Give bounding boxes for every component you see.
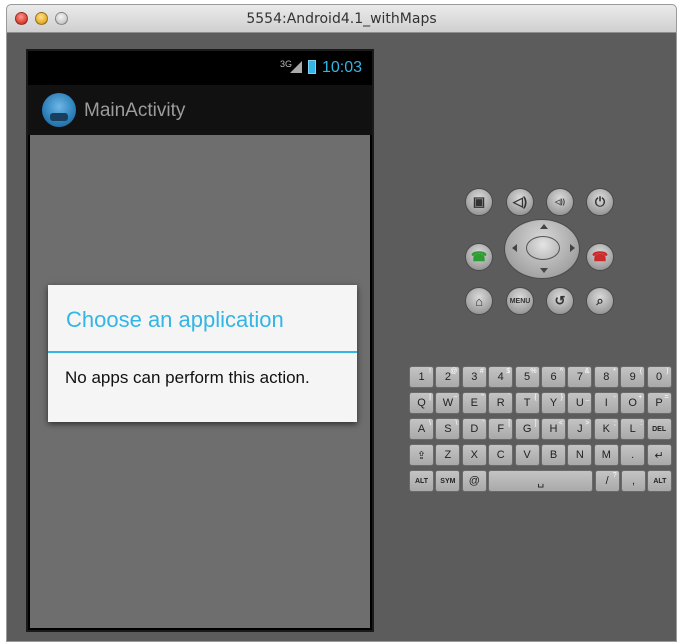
key-,[interactable]: , (621, 470, 646, 492)
home-icon[interactable]: ⌂ (465, 287, 493, 315)
volume-up-icon[interactable]: ◁)) (546, 188, 574, 216)
key-l[interactable]: L: (620, 418, 646, 440)
dialog-divider (48, 351, 357, 353)
key-.[interactable]: . (620, 444, 646, 466)
action-bar: MainActivity (28, 85, 372, 135)
dpad-down-icon[interactable] (540, 268, 548, 273)
key-alt[interactable]: ALT (409, 470, 434, 492)
key-6[interactable]: 6 ^ (541, 366, 566, 388)
window-titlebar: 5554:Android4.1_withMaps (7, 5, 676, 33)
key-8[interactable]: 8 * (593, 366, 619, 388)
activity-content[interactable]: Choose an application No apps can perfor… (28, 135, 372, 630)
dialog-message: No apps can perform this action. (65, 368, 310, 387)
hardware-keyboard: 1! 2 @3 #4 $5% 6 ^ 7 & 8 * 9(0) Q | W ~ E " R ` T{Y} U _ I - O + P =… (409, 366, 673, 496)
key-p[interactable]: P = (646, 392, 672, 414)
key-d[interactable]: D ' (461, 418, 487, 440)
key-del[interactable]: DEL (646, 418, 672, 440)
menu-button[interactable]: MENU (506, 287, 534, 315)
status-bar: 3G 10:03 (28, 51, 372, 85)
key-f[interactable]: F[ (488, 418, 514, 440)
emulator-window: 5554:Android4.1_withMaps 3G 10:03 MainAc… (6, 4, 677, 642)
key-e[interactable]: E " (461, 392, 487, 414)
volume-down-icon[interactable]: ◁) (506, 188, 534, 216)
window-title: 5554:Android4.1_withMaps (246, 11, 437, 27)
key-y[interactable]: Y} (541, 392, 566, 414)
dpad-center-button[interactable] (526, 236, 560, 260)
dialog-title: Choose an application (66, 307, 284, 332)
chooser-dialog: Choose an application No apps can perfor… (48, 285, 357, 422)
key-5[interactable]: 5% (514, 366, 540, 388)
action-bar-title: MainActivity (84, 100, 186, 121)
key-v[interactable]: V (514, 444, 540, 466)
key-n[interactable]: N (567, 444, 593, 466)
key-alt[interactable]: ALT (647, 470, 673, 492)
key-@[interactable]: @ (461, 470, 487, 492)
key-c[interactable]: C (488, 444, 514, 466)
key-x[interactable]: X (461, 444, 487, 466)
search-icon[interactable]: ⌕ (586, 287, 614, 315)
device-screen: 3G 10:03 MainActivity Choose an applicat… (26, 49, 374, 632)
key-space[interactable]: ␣ (488, 470, 594, 492)
key-1[interactable]: 1! (409, 366, 434, 388)
key-s[interactable]: S \ (435, 418, 461, 440)
key-z[interactable]: Z (435, 444, 461, 466)
call-icon[interactable]: ☎ (465, 243, 493, 271)
back-icon[interactable]: ↺ (546, 287, 574, 315)
key-k[interactable]: K; (593, 418, 619, 440)
key-/[interactable]: /? (594, 470, 620, 492)
key-j[interactable]: J > (567, 418, 593, 440)
app-icon[interactable] (42, 93, 76, 127)
key-i[interactable]: I- (593, 392, 619, 414)
key-g[interactable]: G] (514, 418, 540, 440)
camera-icon[interactable]: ▣ (465, 188, 493, 216)
battery-icon (308, 60, 316, 74)
dpad-right-icon[interactable] (570, 244, 575, 252)
status-clock: 10:03 (322, 59, 363, 76)
key-4[interactable]: 4 $ (488, 366, 514, 388)
key-w[interactable]: W ~ (435, 392, 461, 414)
key-7[interactable]: 7 & (567, 366, 593, 388)
dpad-up-icon[interactable] (540, 224, 548, 229)
key-b[interactable]: B (541, 444, 566, 466)
key-0[interactable]: 0) (646, 366, 672, 388)
key-sym[interactable]: SYM (435, 470, 461, 492)
key-a[interactable]: A \ (409, 418, 434, 440)
dpad-left-icon[interactable] (512, 244, 517, 252)
key-q[interactable]: Q | (409, 392, 434, 414)
key-h[interactable]: H < (541, 418, 566, 440)
key-m[interactable]: M (593, 444, 619, 466)
key-r[interactable]: R ` (488, 392, 514, 414)
key-t[interactable]: T{ (514, 392, 540, 414)
end-call-icon[interactable]: ☎ (586, 243, 614, 271)
key-o[interactable]: O + (620, 392, 646, 414)
power-icon[interactable]: ⏻ (586, 188, 614, 216)
key-2[interactable]: 2 @ (435, 366, 461, 388)
key-⇪[interactable]: ⇪ (409, 444, 434, 466)
key-3[interactable]: 3 # (461, 366, 487, 388)
key-↵[interactable]: ↵ (646, 444, 672, 466)
key-u[interactable]: U _ (567, 392, 593, 414)
key-9[interactable]: 9( (620, 366, 646, 388)
signal-icon (290, 61, 302, 73)
